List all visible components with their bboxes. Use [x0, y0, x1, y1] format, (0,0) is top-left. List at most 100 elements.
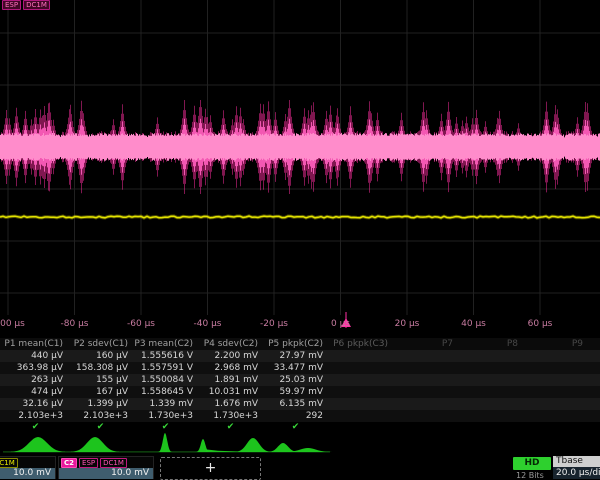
measure-value — [393, 374, 458, 386]
timebase-value: 20.0 µs/div — [553, 467, 600, 479]
active-trace-tag[interactable]: ESP DC1M — [2, 0, 50, 10]
channel-c2-descriptor[interactable]: C2 ESP DC1M 10.0 mV — [58, 456, 154, 479]
measure-value — [458, 350, 523, 362]
axis-tick-label: -20 µs — [260, 319, 288, 329]
measure-value: 25.03 mV — [263, 374, 328, 386]
coupling-badge: DC1M — [23, 0, 50, 10]
axis-tick-label: 40 µs — [461, 319, 486, 329]
axis-tick-label: 0 µs — [331, 319, 350, 329]
measure-value: 292 — [263, 410, 328, 422]
measure-value — [588, 386, 600, 398]
histicon-p2[interactable] — [71, 437, 119, 452]
measure-value: 363.98 µV — [3, 362, 68, 374]
measure-value — [393, 410, 458, 422]
param-header-p4[interactable]: P4 sdev(C2) — [198, 338, 263, 350]
axis-tick-label: -60 µs — [127, 319, 155, 329]
oscilloscope-screen: ESP DC1M -100 µs-80 µs-60 µs-40 µs-20 µs… — [0, 0, 600, 480]
measure-value: 167 µV — [68, 386, 133, 398]
measure-row: 474 µV167 µV1.558645 V10.031 mV59.97 mV — [0, 386, 600, 398]
measure-value — [523, 362, 588, 374]
measure-value: 160 µV — [68, 350, 133, 362]
measure-value — [523, 410, 588, 422]
measure-value: 2.968 mV — [198, 362, 263, 374]
c2-noise-trace-core — [1, 133, 600, 161]
measure-value — [588, 398, 600, 410]
measure-value — [393, 386, 458, 398]
measure-value — [328, 362, 393, 374]
measure-value: 263 µV — [3, 374, 68, 386]
param-header-p7[interactable]: P7 — [393, 338, 458, 350]
measure-value: 474 µV — [3, 386, 68, 398]
param-header-p9[interactable]: P9 — [523, 338, 588, 350]
c2-coupling-badge: DC1M — [100, 458, 127, 468]
esp-badge: ESP — [2, 0, 21, 10]
timebase-descriptor[interactable]: Tbase 20.0 µs/div — [553, 456, 600, 479]
bit-depth-label: 12 Bits — [516, 471, 544, 480]
histicon-p4[interactable] — [196, 438, 271, 452]
measure-row: 363.98 µV158.308 µV1.557591 V2.968 mV33.… — [0, 362, 600, 374]
measure-row: 2.103e+32.103e+31.730e+31.730e+3292 — [0, 410, 600, 422]
measure-value — [523, 398, 588, 410]
measure-value: 158.308 µV — [68, 362, 133, 374]
measure-value: 155 µV — [68, 374, 133, 386]
measure-value: 33.477 mV — [263, 362, 328, 374]
timebase-label: Tbase — [553, 456, 600, 467]
measure-value: 440 µV — [3, 350, 68, 362]
measure-value: 1.399 µV — [68, 398, 133, 410]
axis-tick-label: 20 µs — [395, 319, 420, 329]
param-header-p1[interactable]: P1 mean(C1) — [3, 338, 68, 350]
measure-header-row: P1 mean(C1)P2 sdev(C1)P3 mean(C2)P4 sdev… — [0, 338, 600, 350]
measure-value: 6.135 mV — [263, 398, 328, 410]
measure-value: 1.555616 V — [133, 350, 198, 362]
measure-value: 1.339 mV — [133, 398, 198, 410]
measure-value — [328, 386, 393, 398]
param-header-p6[interactable]: P6 pkpk(C3) — [328, 338, 393, 350]
param-header-p2[interactable]: P2 sdev(C1) — [68, 338, 133, 350]
hd-mode-badge[interactable]: HD — [513, 457, 551, 470]
c2-esp-badge: ESP — [79, 458, 98, 468]
channel-c1-descriptor[interactable]: C1 DC1M 10.0 mV — [0, 456, 56, 479]
histicon-p5[interactable] — [268, 443, 332, 452]
measure-value: 1.676 mV — [198, 398, 263, 410]
measure-value: 1.730e+3 — [198, 410, 263, 422]
c2-label: C2 — [61, 458, 77, 468]
measure-value — [523, 350, 588, 362]
c1-coupling-badge: DC1M — [0, 458, 18, 468]
measure-value — [328, 410, 393, 422]
measure-value: 1.557591 V — [133, 362, 198, 374]
measure-value — [458, 386, 523, 398]
measure-value — [328, 374, 393, 386]
measure-value: 2.200 mV — [198, 350, 263, 362]
descriptor-bar: C1 DC1M 10.0 mV C2 ESP DC1M 10.0 mV + HD… — [0, 455, 600, 480]
measure-value — [523, 386, 588, 398]
plus-icon: + — [205, 460, 217, 476]
measure-value: 1.891 mV — [198, 374, 263, 386]
param-header-p5[interactable]: P5 pkpk(C2) — [263, 338, 328, 350]
measure-value — [393, 350, 458, 362]
measure-value: 27.97 mV — [263, 350, 328, 362]
param-header-p3[interactable]: P3 mean(C2) — [133, 338, 198, 350]
histicons[interactable] — [0, 432, 600, 455]
measure-value — [588, 410, 600, 422]
measure-value — [393, 362, 458, 374]
param-header-p10[interactable]: P10 — [588, 338, 600, 350]
measure-row: 263 µV155 µV1.550084 V1.891 mV25.03 mV — [0, 374, 600, 386]
measure-value: 2.103e+3 — [68, 410, 133, 422]
measure-value — [458, 374, 523, 386]
measure-value: 10.031 mV — [198, 386, 263, 398]
time-axis: -100 µs-80 µs-60 µs-40 µs-20 µs0 µs20 µs… — [0, 316, 600, 332]
measure-value — [588, 374, 600, 386]
histicon-p3[interactable] — [158, 433, 171, 452]
axis-tick-label: 60 µs — [528, 319, 553, 329]
measure-value: 1.550084 V — [133, 374, 198, 386]
histicon-p1[interactable] — [11, 437, 65, 452]
add-trace-button[interactable]: + — [160, 457, 261, 480]
param-header-p8[interactable]: P8 — [458, 338, 523, 350]
measure-value — [588, 362, 600, 374]
measure-row: 440 µV160 µV1.555616 V2.200 mV27.97 mV — [0, 350, 600, 362]
measure-value — [393, 398, 458, 410]
measure-value — [523, 374, 588, 386]
measure-value — [328, 398, 393, 410]
measure-value: 59.97 mV — [263, 386, 328, 398]
c1-vdiv-value: 10.0 mV — [0, 468, 55, 479]
